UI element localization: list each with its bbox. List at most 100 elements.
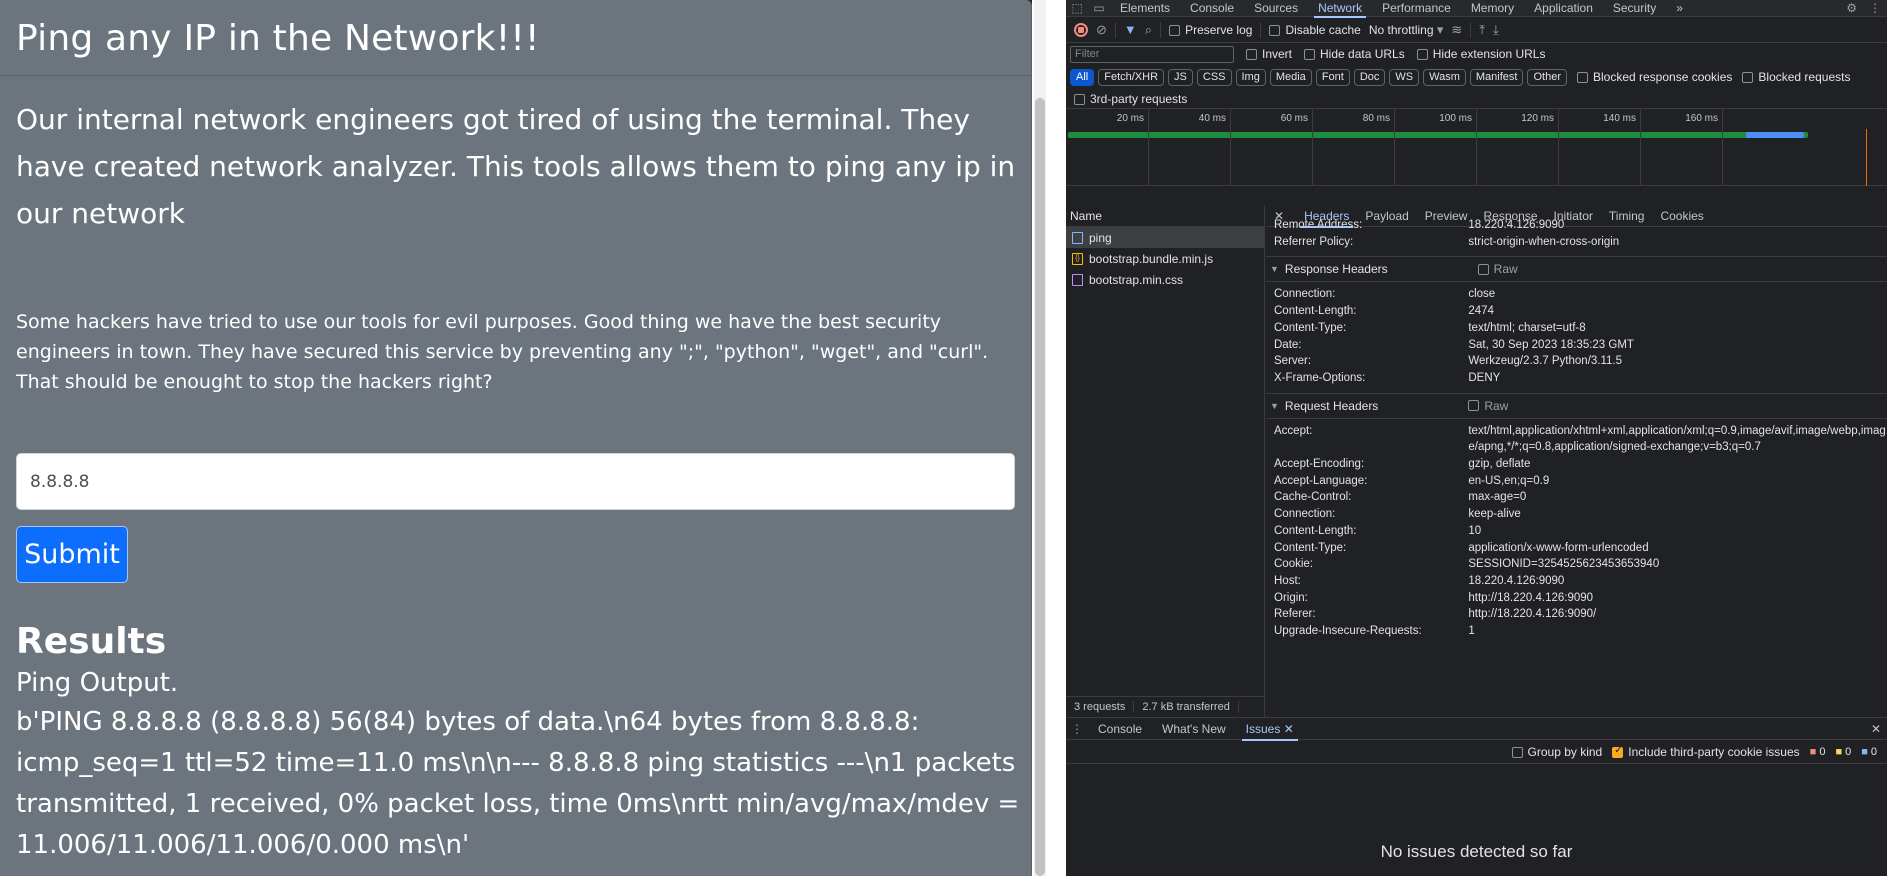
tab-memory[interactable]: Memory [1461,0,1524,17]
header-value: text/html; charset=utf-8 [1468,321,1586,334]
blocked-response-cookies-checkbox[interactable]: Blocked response cookies [1576,70,1732,84]
network-overview-timeline[interactable]: 20 ms 40 ms 60 ms 80 ms 100 ms 120 ms 140 ms 16… [1066,109,1887,186]
type-filter-font[interactable]: Font [1315,68,1350,86]
tab-response[interactable]: Response [1475,205,1545,227]
type-filter-other[interactable]: Other [1527,68,1567,86]
ping-output: b'PING 8.8.8.8 (8.8.8.8) 56(84) bytes of… [16,707,1020,860]
info-count[interactable]: ■ 0 [1861,746,1877,758]
tab-initiator[interactable]: Initiator [1546,205,1601,227]
response-headers-section[interactable]: ▼ Response Headers Raw [1266,256,1887,283]
warning-text: Some hackers have tried to use our tools… [16,311,989,393]
header-name: Origin: [1274,591,1308,604]
request-headers-section[interactable]: ▼ Request Headers Raw [1266,392,1887,419]
drawer-menu-icon[interactable]: ⋮ [1066,722,1088,736]
type-filter-doc[interactable]: Doc [1353,68,1386,86]
import-har-icon[interactable]: ⤒ [1479,22,1485,38]
hide-extension-urls-checkbox[interactable]: Hide extension URLs [1416,47,1545,61]
type-filter-wasm[interactable]: Wasm [1423,68,1466,86]
type-filter-all[interactable]: All [1070,68,1095,86]
type-filter-img[interactable]: Img [1235,68,1266,86]
filter-input[interactable]: Filter [1070,45,1234,63]
type-filter-fetch-xhr[interactable]: Fetch/XHR [1098,68,1165,86]
invert-checkbox[interactable]: Invert [1246,47,1292,61]
type-filter-media[interactable]: Media [1269,68,1312,86]
tab-preview[interactable]: Preview [1417,205,1476,227]
disable-cache-checkbox[interactable]: Disable cache [1269,23,1361,37]
header-name: Accept: [1274,424,1313,437]
tab-application[interactable]: Application [1524,0,1603,17]
drawer-tab-label: Issues [1245,721,1281,736]
tab-sources[interactable]: Sources [1244,0,1308,17]
device-toolbar-icon[interactable]: ▭ [1088,1,1110,15]
export-har-icon[interactable]: ⤓ [1493,22,1499,38]
header-row: Connection: keep-alive [1266,506,1887,523]
drawer-tab-what-s-new[interactable]: What's New [1152,718,1236,740]
tab-performance[interactable]: Performance [1372,0,1461,17]
type-filter-ws[interactable]: WS [1389,68,1420,86]
scrollbar-thumb[interactable] [1035,98,1045,876]
settings-icon[interactable]: ⚙ [1846,0,1857,17]
warning-icon: ■ [1835,745,1843,758]
tab-timing[interactable]: Timing [1601,205,1653,227]
tab-network[interactable]: Network [1308,0,1372,18]
name-column-header[interactable]: Name [1066,205,1264,227]
throttling-select[interactable]: No throttling ▾ [1369,22,1444,38]
header-row: Accept: text/html,application/xhtml+xml,a… [1266,423,1887,456]
stop-recording-icon[interactable] [1074,22,1088,37]
tab-payload[interactable]: Payload [1357,205,1416,227]
drawer-tab-issues[interactable]: Issues ✕ [1236,718,1304,741]
type-filter-js[interactable]: JS [1168,68,1193,86]
panel-separator[interactable] [1048,0,1066,876]
tab-security[interactable]: Security [1603,0,1666,17]
tab-console[interactable]: Console [1180,0,1244,17]
header-row: Host: 18.220.4.126:9090 [1266,573,1887,590]
type-filter-css[interactable]: CSS [1196,68,1232,86]
request-row[interactable]: bootstrap.min.css [1066,269,1264,290]
chevron-down-icon: ▾ [1436,21,1444,37]
page-scrollbar[interactable] [1032,0,1048,876]
include-third-party-checkbox[interactable]: Include third-party cookie issues [1612,745,1800,759]
timeline-bar-download [1746,132,1804,138]
more-options-icon[interactable]: ⋮ [1869,0,1881,17]
header-row: Content-Type: text/html; charset=utf-8 [1266,320,1887,337]
network-conditions-icon[interactable]: ≋ [1451,22,1462,38]
raw-checkbox[interactable]: Raw [1468,399,1508,413]
header-value: Werkzeug/2.3.7 Python/3.11.5 [1468,355,1623,368]
third-party-requests-checkbox[interactable]: 3rd-party requests [1074,92,1187,106]
header-row: Accept-Language: en-US,en;q=0.9 [1266,473,1887,490]
more-tabs-button[interactable]: » [1666,0,1693,17]
filter-icon[interactable]: ▼ [1124,22,1137,37]
timeline-gridline [1394,109,1395,186]
ip-input[interactable]: 8.8.8.8 [16,453,1015,510]
request-row[interactable]: {} bootstrap.bundle.min.js [1066,248,1264,269]
raw-checkbox[interactable]: Raw [1477,262,1518,276]
preserve-log-checkbox[interactable]: Preserve log [1169,23,1252,37]
timeline-tick-label: 20 ms [1116,113,1144,124]
timeline-tick-label: 80 ms [1362,113,1390,124]
hide-data-urls-checkbox[interactable]: Hide data URLs [1304,47,1405,61]
tab-cookies[interactable]: Cookies [1652,205,1711,227]
close-drawer-icon[interactable]: ✕ [1871,722,1881,736]
submit-button[interactable]: Submit [16,526,128,583]
group-by-kind-checkbox[interactable]: Group by kind [1511,745,1602,759]
blocked-requests-checkbox[interactable]: Blocked requests [1742,70,1850,84]
error-count[interactable]: ■ 0 [1810,746,1826,758]
timeline-tick-label: 60 ms [1280,113,1308,124]
request-row[interactable]: ping [1066,227,1264,248]
warning-count[interactable]: ■ 0 [1835,746,1851,758]
clear-icon[interactable]: ⊘ [1096,22,1107,38]
tab-headers[interactable]: Headers [1296,205,1357,228]
header-value: Sat, 30 Sep 2023 18:35:23 GMT [1468,338,1634,351]
page-body: Our internal network engineers got tired… [0,76,1031,866]
drawer-tab-console[interactable]: Console [1088,718,1152,740]
timeline-gridline [1476,109,1477,186]
close-icon[interactable]: ✕ [1280,722,1294,736]
type-filter-manifest[interactable]: Manifest [1469,68,1524,86]
request-name: bootstrap.min.css [1089,272,1184,287]
search-icon[interactable]: ⌕ [1145,22,1152,38]
timeline-gridline [1230,109,1231,186]
response-headers-list: Connection: close Content-Length: 2474 Conte… [1266,286,1887,386]
tab-elements[interactable]: Elements [1110,0,1180,17]
inspect-element-icon[interactable]: ⬚ [1066,1,1088,15]
transferred-size: 2.7 kB transferred [1134,701,1239,713]
